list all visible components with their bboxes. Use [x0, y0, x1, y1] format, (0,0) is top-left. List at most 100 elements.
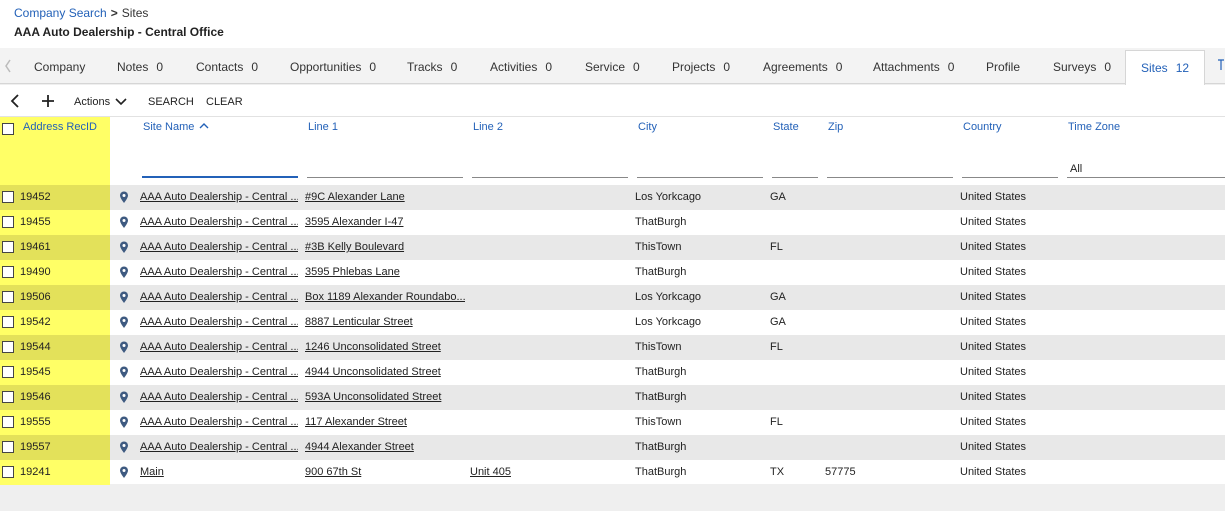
row-checkbox[interactable] — [2, 266, 14, 278]
table-row[interactable]: 19461 AAA Auto Dealership - Central ... #3… — [0, 235, 1225, 260]
cell-line1[interactable]: 900 67th St — [305, 460, 465, 485]
cell-site-name[interactable]: AAA Auto Dealership - Central ... — [140, 385, 298, 410]
row-checkbox[interactable] — [2, 366, 14, 378]
cell-site-name[interactable]: AAA Auto Dealership - Central ... — [140, 285, 298, 310]
cell-line1[interactable]: 3595 Phlebas Lane — [305, 260, 465, 285]
add-icon[interactable] — [39, 85, 57, 117]
back-icon[interactable] — [6, 85, 24, 117]
table-row[interactable]: 19545 AAA Auto Dealership - Central ... 49… — [0, 360, 1225, 385]
row-checkbox[interactable] — [2, 416, 14, 428]
cell-site-name[interactable]: AAA Auto Dealership - Central ... — [140, 435, 298, 460]
column-header-city[interactable]: City — [638, 121, 657, 133]
table-row[interactable]: 19241 Main 900 67th St Unit 405 ThatBurgh TX 5… — [0, 460, 1225, 485]
tab-projects[interactable]: Projects 0 — [672, 48, 730, 84]
tab-service[interactable]: Service 0 — [585, 48, 640, 84]
map-pin-icon[interactable] — [119, 266, 129, 279]
map-pin-icon[interactable] — [119, 416, 129, 429]
cell-line2[interactable]: Unit 405 — [470, 460, 630, 485]
tab-sites[interactable]: Sites 12 — [1125, 50, 1206, 87]
row-checkbox[interactable] — [2, 291, 14, 303]
cell-line1[interactable]: #9C Alexander Lane — [305, 185, 465, 210]
map-pin-icon[interactable] — [119, 316, 129, 329]
cell-line1[interactable]: 593A Unconsolidated Street — [305, 385, 465, 410]
column-header-time-zone[interactable]: Time Zone — [1068, 121, 1120, 133]
cell-line1[interactable]: 8887 Lenticular Street — [305, 310, 465, 335]
map-pin-icon[interactable] — [119, 441, 129, 454]
row-checkbox[interactable] — [2, 241, 14, 253]
cell-line2[interactable] — [470, 360, 630, 385]
clear-button[interactable]: CLEAR — [206, 85, 243, 117]
cell-site-name[interactable]: AAA Auto Dealership - Central ... — [140, 210, 298, 235]
cell-line2[interactable] — [470, 385, 630, 410]
tab-surveys[interactable]: Surveys 0 — [1053, 48, 1111, 84]
row-checkbox[interactable] — [2, 391, 14, 403]
cell-line2[interactable] — [470, 310, 630, 335]
state-filter-input[interactable] — [772, 161, 818, 178]
tab-notes[interactable]: Notes 0 — [117, 48, 163, 84]
map-pin-icon[interactable] — [119, 191, 129, 204]
column-header-address-recid[interactable]: Address RecID — [23, 121, 97, 133]
line1-filter-input[interactable] — [307, 161, 463, 178]
table-row[interactable]: 19542 AAA Auto Dealership - Central ... 88… — [0, 310, 1225, 335]
column-header-line2[interactable]: Line 2 — [473, 121, 503, 133]
cell-line2[interactable] — [470, 210, 630, 235]
cell-site-name[interactable]: AAA Auto Dealership - Central ... — [140, 360, 298, 385]
table-row[interactable]: 19490 AAA Auto Dealership - Central ... 35… — [0, 260, 1225, 285]
map-pin-icon[interactable] — [119, 341, 129, 354]
tab-profile[interactable]: Profile — [986, 48, 1020, 84]
cell-site-name[interactable]: AAA Auto Dealership - Central ... — [140, 410, 298, 435]
search-button[interactable]: SEARCH — [148, 85, 194, 117]
table-row[interactable]: 19544 AAA Auto Dealership - Central ... 12… — [0, 335, 1225, 360]
row-checkbox[interactable] — [2, 466, 14, 478]
cell-line2[interactable] — [470, 435, 630, 460]
tab-tracks[interactable]: Tracks 0 — [407, 48, 457, 84]
column-header-line1[interactable]: Line 1 — [308, 121, 338, 133]
site-name-filter-input[interactable] — [142, 161, 298, 178]
column-header-site-name[interactable]: Site Name — [143, 121, 209, 133]
cell-line1[interactable]: 3595 Alexander I-47 — [305, 210, 465, 235]
tab-contacts[interactable]: Contacts 0 — [196, 48, 258, 84]
row-checkbox[interactable] — [2, 216, 14, 228]
table-row[interactable]: 19546 AAA Auto Dealership - Central ... 59… — [0, 385, 1225, 410]
table-row[interactable]: 19455 AAA Auto Dealership - Central ... 35… — [0, 210, 1225, 235]
map-pin-icon[interactable] — [119, 291, 129, 304]
column-header-state[interactable]: State — [773, 121, 799, 133]
row-checkbox[interactable] — [2, 316, 14, 328]
cell-site-name[interactable]: AAA Auto Dealership - Central ... — [140, 235, 298, 260]
cell-site-name[interactable]: Main — [140, 460, 298, 485]
cell-line2[interactable] — [470, 335, 630, 360]
tab-scroll-left-icon[interactable] — [0, 48, 16, 84]
tab-company[interactable]: Company — [34, 48, 85, 84]
city-filter-input[interactable] — [637, 161, 763, 178]
map-pin-icon[interactable] — [119, 466, 129, 479]
table-row[interactable]: 19506 AAA Auto Dealership - Central ... Bo… — [0, 285, 1225, 310]
line2-filter-input[interactable] — [472, 161, 628, 178]
table-row[interactable]: 19557 AAA Auto Dealership - Central ... 49… — [0, 435, 1225, 460]
cell-line1[interactable]: #3B Kelly Boulevard — [305, 235, 465, 260]
cell-line1[interactable]: 1246 Unconsolidated Street — [305, 335, 465, 360]
actions-dropdown[interactable]: Actions — [74, 85, 127, 117]
cell-line1[interactable]: 4944 Alexander Street — [305, 435, 465, 460]
cell-site-name[interactable]: AAA Auto Dealership - Central ... — [140, 260, 298, 285]
cell-line2[interactable] — [470, 185, 630, 210]
cell-site-name[interactable]: AAA Auto Dealership - Central ... — [140, 185, 298, 210]
cell-line2[interactable] — [470, 410, 630, 435]
time-zone-filter-select[interactable] — [1067, 161, 1225, 178]
cell-line2[interactable] — [470, 285, 630, 310]
cell-line1[interactable]: 4944 Unconsolidated Street — [305, 360, 465, 385]
row-checkbox[interactable] — [2, 441, 14, 453]
column-header-country[interactable]: Country — [963, 121, 1002, 133]
row-checkbox[interactable] — [2, 341, 14, 353]
column-header-zip[interactable]: Zip — [828, 121, 843, 133]
map-pin-icon[interactable] — [119, 216, 129, 229]
cell-line2[interactable] — [470, 235, 630, 260]
map-pin-icon[interactable] — [119, 391, 129, 404]
cell-site-name[interactable]: AAA Auto Dealership - Central ... — [140, 310, 298, 335]
cell-line2[interactable] — [470, 260, 630, 285]
table-row[interactable]: 19555 AAA Auto Dealership - Central ... 11… — [0, 410, 1225, 435]
cell-line1[interactable]: 117 Alexander Street — [305, 410, 465, 435]
tab-agreements[interactable]: Agreements 0 — [763, 48, 842, 84]
table-row[interactable]: 19452 AAA Auto Dealership - Central ... #9… — [0, 185, 1225, 210]
cell-line1[interactable]: Box 1189 Alexander Roundabo... — [305, 285, 465, 310]
row-checkbox[interactable] — [2, 191, 14, 203]
